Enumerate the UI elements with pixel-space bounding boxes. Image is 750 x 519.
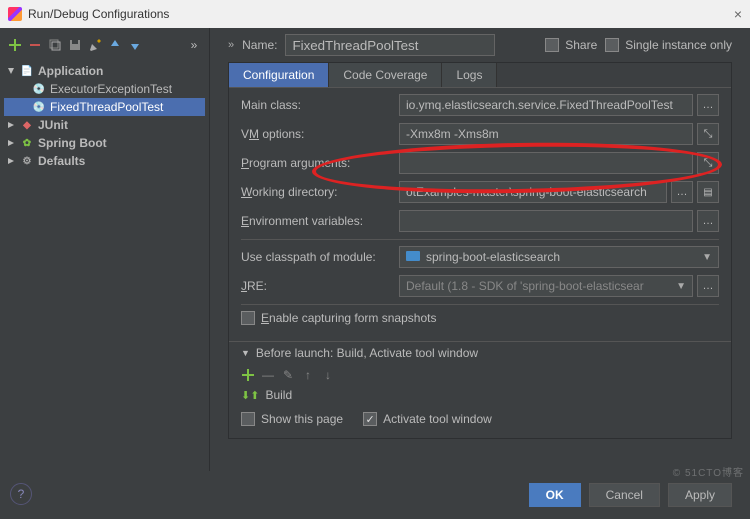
- run-config-icon: 💿: [32, 100, 46, 114]
- main-class-field[interactable]: io.ymq.elasticsearch.service.FixedThread…: [399, 94, 693, 116]
- chevrons-icon[interactable]: »: [187, 38, 201, 52]
- app-icon: 📄: [20, 64, 34, 78]
- name-input[interactable]: [285, 34, 495, 56]
- main-class-label: Main class:: [241, 98, 391, 112]
- browse-button[interactable]: …: [697, 210, 719, 232]
- config-tabs: Configuration Code Coverage Logs: [229, 63, 731, 88]
- run-config-icon: 💿: [32, 82, 46, 96]
- env-vars-field[interactable]: [399, 210, 693, 232]
- main-panel: » Name: Share Single instance only Confi…: [210, 28, 750, 471]
- tree-node-application[interactable]: 📄 Application: [4, 62, 205, 80]
- junit-icon: ◆: [20, 118, 34, 132]
- expand-button[interactable]: ⤡: [697, 152, 719, 174]
- save-icon[interactable]: [68, 38, 82, 52]
- tree-node-junit[interactable]: ◆ JUnit: [4, 116, 205, 134]
- chevron-down-icon: ▼: [702, 252, 712, 263]
- classpath-label: Use classpath of module:: [241, 250, 391, 264]
- tree-node-defaults[interactable]: ⚙ Defaults: [4, 152, 205, 170]
- tab-configuration[interactable]: Configuration: [229, 63, 329, 87]
- tab-coverage[interactable]: Code Coverage: [329, 63, 442, 87]
- snapshots-checkbox[interactable]: Enable capturing form snapshots: [241, 311, 436, 328]
- browse-button[interactable]: …: [697, 94, 719, 116]
- tree-leaf-executor[interactable]: 💿 ExecutorExceptionTest: [4, 80, 205, 98]
- build-task[interactable]: ⬇⬆ Build: [241, 386, 719, 408]
- cancel-button[interactable]: Cancel: [589, 483, 660, 507]
- working-dir-field[interactable]: otExamples-master\spring-boot-elasticsea…: [399, 181, 667, 203]
- program-args-label: Program arguments:: [241, 156, 391, 170]
- down-icon: ↓: [321, 368, 335, 382]
- chevrons-icon[interactable]: »: [228, 39, 234, 51]
- vm-options-label: VM options:: [241, 127, 391, 141]
- module-icon: [406, 251, 420, 261]
- browse-button[interactable]: …: [697, 275, 719, 297]
- up-icon: ↑: [301, 368, 315, 382]
- add-icon[interactable]: [8, 38, 22, 52]
- share-checkbox[interactable]: Share: [545, 38, 597, 52]
- tree-leaf-fixedthreadpool[interactable]: 💿 FixedThreadPoolTest: [4, 98, 205, 116]
- vm-options-field[interactable]: -Xmx8m -Xms8m: [399, 123, 693, 145]
- spring-icon: ✿: [20, 136, 34, 150]
- before-launch-header[interactable]: ▼ Before launch: Build, Activate tool wi…: [241, 346, 719, 360]
- expand-button[interactable]: ⤡: [697, 123, 719, 145]
- single-instance-checkbox[interactable]: Single instance only: [605, 38, 732, 52]
- ok-button[interactable]: OK: [529, 483, 581, 507]
- program-args-field[interactable]: [399, 152, 693, 174]
- up-icon[interactable]: [108, 38, 122, 52]
- working-dir-label: Working directory:: [241, 185, 391, 199]
- classpath-select[interactable]: spring-boot-elasticsearch ▼: [399, 246, 719, 268]
- window-title: Run/Debug Configurations: [28, 7, 169, 21]
- edit-icon[interactable]: [88, 38, 102, 52]
- remove-icon[interactable]: [28, 38, 42, 52]
- config-tree: 📄 Application 💿 ExecutorExceptionTest 💿 …: [0, 62, 209, 170]
- build-icon: ⬇⬆: [241, 389, 259, 402]
- jre-select[interactable]: Default (1.8 - SDK of 'spring-boot-elast…: [399, 275, 693, 297]
- env-vars-label: Environment variables:: [241, 214, 391, 228]
- titlebar: Run/Debug Configurations ×: [0, 0, 750, 28]
- copy-icon[interactable]: [48, 38, 62, 52]
- dialog-buttons: OK Cancel Apply: [0, 471, 750, 519]
- sidebar: » 📄 Application 💿 ExecutorExceptionTest …: [0, 28, 210, 471]
- variables-button[interactable]: ▤: [697, 181, 719, 203]
- edit-icon: ✎: [281, 368, 295, 382]
- gear-icon: ⚙: [20, 154, 34, 168]
- close-icon[interactable]: ×: [734, 6, 742, 22]
- activate-tool-checkbox[interactable]: ✓Activate tool window: [363, 412, 492, 426]
- remove-icon: —: [261, 368, 275, 382]
- watermark: © 51CTO博客: [673, 464, 744, 479]
- jre-label: JRE:: [241, 279, 391, 293]
- down-icon[interactable]: [128, 38, 142, 52]
- apply-button[interactable]: Apply: [668, 483, 732, 507]
- browse-button[interactable]: …: [671, 181, 693, 203]
- intellij-icon: [8, 7, 22, 21]
- tab-logs[interactable]: Logs: [442, 63, 497, 87]
- sidebar-toolbar: »: [0, 34, 209, 62]
- show-page-checkbox[interactable]: Show this page: [241, 412, 343, 426]
- name-label: Name:: [242, 38, 277, 52]
- help-button[interactable]: ?: [10, 483, 32, 505]
- chevron-down-icon: ▼: [676, 281, 686, 292]
- tree-node-springboot[interactable]: ✿ Spring Boot: [4, 134, 205, 152]
- add-icon[interactable]: [241, 368, 255, 382]
